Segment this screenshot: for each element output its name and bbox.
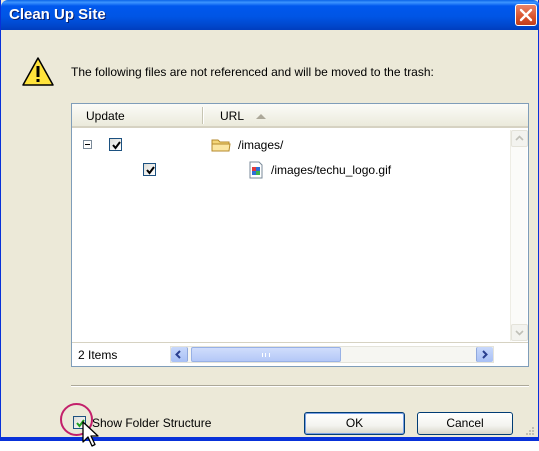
message-text: The following files are not referenced a… — [71, 65, 434, 79]
horizontal-scrollbar[interactable] — [170, 346, 494, 363]
checkmark-icon — [112, 141, 121, 150]
checkmark-icon — [146, 166, 155, 175]
chevron-down-icon — [515, 330, 524, 336]
window-title: Clean Up Site — [9, 6, 106, 23]
scroll-down-button[interactable] — [511, 324, 528, 341]
warning-icon — [22, 57, 54, 86]
cancel-button[interactable]: Cancel — [417, 412, 513, 435]
chevron-up-icon — [515, 135, 524, 141]
image-file-icon — [249, 161, 263, 179]
close-icon — [519, 8, 533, 22]
folder-icon — [211, 139, 231, 152]
resize-grip-icon[interactable] — [525, 426, 535, 436]
divider — [71, 385, 529, 387]
chevron-right-icon — [482, 350, 488, 359]
ok-button[interactable]: OK — [304, 412, 405, 435]
minus-expander-icon[interactable] — [83, 140, 92, 149]
folder-url: /images/ — [238, 138, 284, 152]
clean-up-site-dialog: Clean Up Site The following files are no… — [0, 0, 539, 441]
file-list[interactable]: Update URL /images/ /images/techu_logo.g… — [71, 103, 529, 367]
items-count: 2 Items — [78, 348, 118, 362]
list-item[interactable]: /images/techu_logo.gif — [72, 160, 502, 180]
scroll-left-button[interactable] — [171, 347, 188, 362]
file-url: /images/techu_logo.gif — [271, 163, 392, 177]
update-checkbox[interactable] — [143, 163, 156, 176]
mouse-cursor-icon — [82, 421, 99, 447]
close-button[interactable] — [515, 4, 537, 26]
column-divider[interactable] — [202, 107, 204, 124]
list-status-bar: 2 Items — [72, 342, 528, 366]
update-checkbox[interactable] — [109, 138, 122, 151]
list-header: Update URL — [72, 104, 528, 128]
grip-icon — [262, 353, 270, 357]
chevron-left-icon — [175, 350, 181, 359]
scroll-up-button[interactable] — [511, 130, 528, 147]
vertical-scrollbar[interactable] — [510, 130, 528, 341]
column-header-update[interactable]: Update — [86, 109, 125, 123]
column-header-url[interactable]: URL — [220, 109, 244, 123]
title-bar[interactable]: Clean Up Site — [1, 0, 539, 30]
list-item[interactable]: /images/ — [72, 135, 502, 155]
show-folder-structure-label[interactable]: Show Folder Structure — [92, 416, 211, 430]
scroll-thumb[interactable] — [191, 347, 341, 362]
sort-ascending-icon — [256, 114, 266, 119]
scroll-right-button[interactable] — [476, 347, 493, 362]
